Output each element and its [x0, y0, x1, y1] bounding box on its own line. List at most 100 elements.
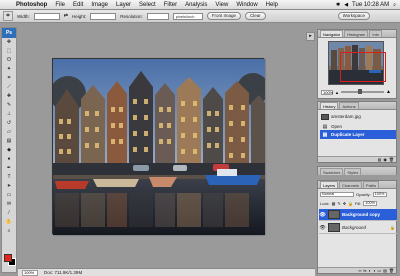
visibility-eye-icon[interactable]: 👁: [319, 225, 326, 231]
snapshot-icon[interactable]: ◉: [383, 157, 387, 162]
new-group-icon[interactable]: ▭: [377, 268, 381, 273]
document-canvas[interactable]: [50, 58, 269, 235]
tab-info[interactable]: Info: [369, 30, 383, 37]
front-image-button[interactable]: Front Image: [206, 12, 242, 20]
opacity-field[interactable]: 100%: [372, 192, 387, 197]
menu-image[interactable]: Image: [87, 2, 112, 8]
canal-houses-photo: [50, 59, 269, 235]
menu-filter[interactable]: Filter: [160, 2, 181, 8]
zoom-in-icon[interactable]: ▲: [386, 89, 391, 95]
lasso-tool-icon[interactable]: ʘ: [2, 56, 16, 65]
zoom-tool-icon[interactable]: ⌕: [2, 227, 16, 236]
menubar-clock[interactable]: Tue 10:28 AM: [352, 2, 389, 8]
resolution-field[interactable]: [146, 12, 169, 20]
slice-tool-icon[interactable]: ⟋: [2, 83, 16, 92]
toolbox: Ps ✥ ⬚ ʘ ✦ ⌗ ⟋ ✚ ✎ ⊥ ↺ ▱ ▤ ◆ ● ✒ T ➤ ▭ ✉…: [1, 27, 17, 273]
lock-position-icon[interactable]: ✥: [343, 201, 346, 206]
magic-wand-tool-icon[interactable]: ✦: [2, 65, 16, 74]
notes-tool-icon[interactable]: ✉: [2, 200, 16, 209]
resolution-unit-select[interactable]: pixels/inch: [172, 12, 203, 20]
status-doc-size[interactable]: Doc: 711.9K/1.39M: [44, 270, 82, 275]
width-field[interactable]: [33, 12, 60, 20]
new-document-icon[interactable]: ▤: [378, 157, 382, 162]
dodge-tool-icon[interactable]: ●: [2, 155, 16, 164]
lock-image-icon[interactable]: ✎: [337, 201, 340, 206]
layer-mask-icon[interactable]: ◐: [369, 268, 371, 273]
menu-edit[interactable]: Edit: [69, 2, 87, 8]
menu-window[interactable]: Window: [232, 2, 261, 8]
crop-tool-icon[interactable]: ⌗: [2, 74, 16, 83]
lock-all-icon[interactable]: 🔒: [348, 201, 353, 206]
navigator-thumbnail[interactable]: [328, 41, 386, 85]
layer-row-background[interactable]: 👁 Background 🔒: [319, 222, 397, 234]
layer-lock-icon: 🔒: [390, 225, 395, 230]
history-item-snapshot[interactable]: amsterdam.jpg: [320, 112, 396, 121]
menu-photoshop[interactable]: Photoshop: [12, 2, 51, 8]
tab-paths[interactable]: Paths: [362, 181, 380, 188]
history-item-duplicate-layer[interactable]: ▤ Duplicate Layer: [320, 130, 396, 139]
path-selection-tool-icon[interactable]: ➤: [2, 182, 16, 191]
bluetooth-icon[interactable]: ✱: [336, 2, 340, 8]
lock-transparency-icon[interactable]: ▦: [332, 201, 336, 206]
tab-channels[interactable]: Channels: [339, 181, 362, 188]
tab-history[interactable]: History: [320, 102, 339, 109]
opacity-label: Opacity:: [356, 192, 371, 197]
blur-tool-icon[interactable]: ◆: [2, 146, 16, 155]
swatches-tabs: Swatches Styles: [318, 167, 396, 175]
history-brush-tool-icon[interactable]: ↺: [2, 119, 16, 128]
menu-view[interactable]: View: [211, 2, 232, 8]
menu-file[interactable]: File: [51, 2, 69, 8]
adjustment-layer-icon[interactable]: ◑: [373, 268, 375, 273]
swap-icon[interactable]: ⇄: [64, 13, 68, 19]
trash-icon[interactable]: 🗑: [389, 268, 394, 273]
trash-icon[interactable]: 🗑: [389, 157, 394, 162]
gradient-tool-icon[interactable]: ▤: [2, 137, 16, 146]
tab-navigator[interactable]: Navigator: [320, 30, 344, 37]
panel-collapse-icon[interactable]: ▸: [306, 32, 315, 41]
layer-thumbnail: [328, 210, 340, 219]
navigator-zoom-field[interactable]: 100%: [321, 89, 333, 95]
blend-mode-select[interactable]: Normal: [320, 192, 354, 197]
eyedropper-tool-icon[interactable]: ⁄: [2, 209, 16, 218]
eraser-tool-icon[interactable]: ▱: [2, 128, 16, 137]
healing-brush-tool-icon[interactable]: ✚: [2, 92, 16, 101]
pen-tool-icon[interactable]: ✒: [2, 164, 16, 173]
navigator-zoom-slider[interactable]: [340, 89, 385, 94]
link-layers-icon[interactable]: ∞: [359, 268, 362, 273]
tab-actions[interactable]: Actions: [339, 102, 359, 109]
spotlight-icon[interactable]: ⌕: [393, 2, 396, 8]
workspace-button[interactable]: Workspace: [337, 12, 370, 20]
tab-layers[interactable]: Layers: [320, 181, 339, 188]
tab-swatches[interactable]: Swatches: [320, 168, 344, 175]
volume-icon[interactable]: ◀: [344, 2, 348, 8]
marquee-tool-icon[interactable]: ⬚: [2, 47, 16, 56]
clear-button[interactable]: Clear: [245, 12, 266, 20]
hand-tool-icon[interactable]: ✋: [2, 218, 16, 227]
visibility-eye-icon[interactable]: 👁: [319, 212, 326, 218]
layer-style-icon[interactable]: fx: [363, 268, 366, 273]
type-tool-icon[interactable]: T: [2, 173, 16, 182]
shape-tool-icon[interactable]: ▭: [2, 191, 16, 200]
menu-analysis[interactable]: Analysis: [181, 2, 211, 8]
new-layer-icon[interactable]: ▤: [383, 268, 387, 273]
tab-histogram[interactable]: Histogram: [344, 30, 369, 37]
menu-help[interactable]: Help: [262, 2, 282, 8]
crop-tool-icon[interactable]: ⌗: [3, 11, 13, 21]
zoom-out-icon[interactable]: ▲: [335, 90, 339, 95]
foreground-color-swatch[interactable]: [4, 254, 12, 262]
tab-styles[interactable]: Styles: [344, 168, 362, 175]
height-field[interactable]: [90, 12, 117, 20]
photoshop-badge[interactable]: Ps: [2, 28, 16, 38]
status-zoom-field[interactable]: 100%: [22, 269, 38, 276]
navigator-zoom-knob[interactable]: [358, 89, 363, 94]
menu-layer[interactable]: Layer: [112, 2, 135, 8]
history-item-label: Duplicate Layer: [331, 132, 365, 137]
brush-tool-icon[interactable]: ✎: [2, 101, 16, 110]
layer-row-background-copy[interactable]: 👁 Background copy: [319, 209, 397, 221]
menu-select[interactable]: Select: [135, 2, 160, 8]
menubar-status: ✱ ◀ Tue 10:28 AM ⌕: [336, 2, 400, 8]
fill-field[interactable]: 100%: [363, 201, 378, 206]
move-tool-icon[interactable]: ✥: [2, 38, 16, 47]
clone-stamp-tool-icon[interactable]: ⊥: [2, 110, 16, 119]
navigator-view-frame[interactable]: [340, 52, 386, 82]
